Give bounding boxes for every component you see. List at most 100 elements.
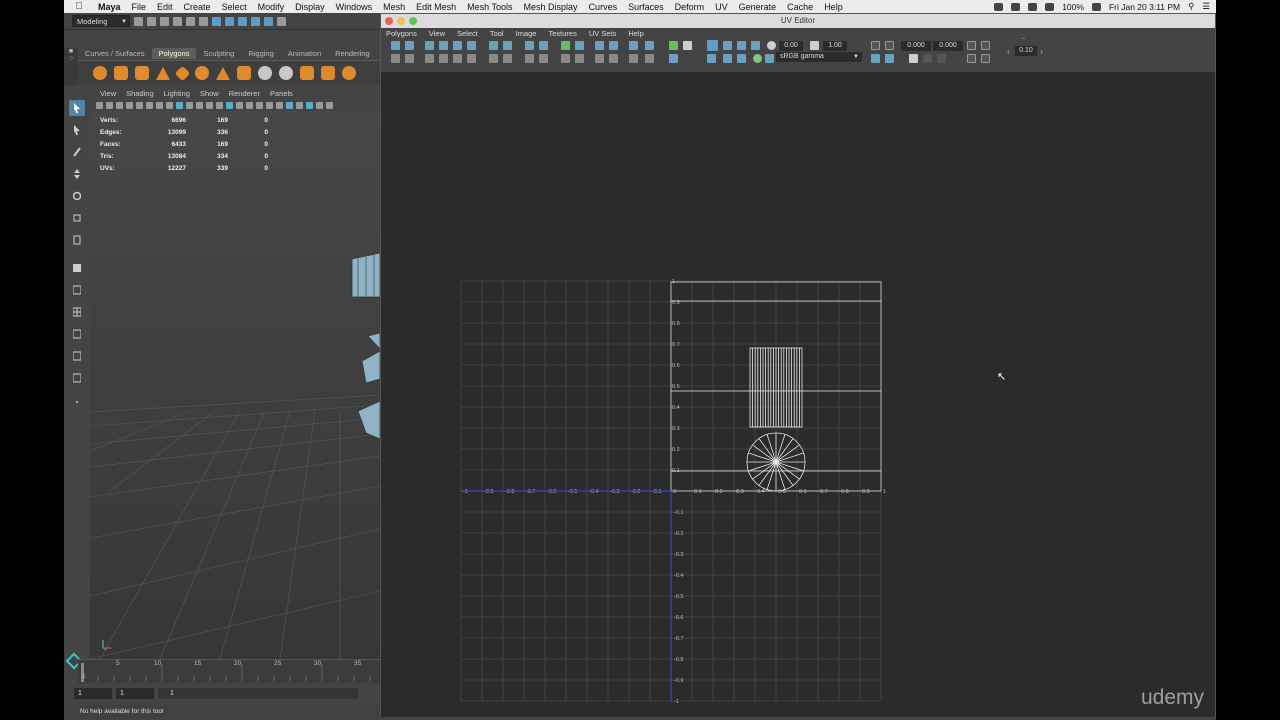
- poly-sphere-icon[interactable]: [93, 66, 107, 80]
- unfold-icon[interactable]: [489, 41, 498, 50]
- combine-icon[interactable]: [258, 66, 272, 80]
- gamma-reset-icon[interactable]: [810, 41, 819, 50]
- bevel-icon[interactable]: [321, 66, 335, 80]
- use-all-lights-icon[interactable]: [206, 101, 213, 109]
- snap-curve-icon[interactable]: [251, 16, 260, 26]
- uv-menu-select[interactable]: Select: [457, 28, 484, 39]
- menu-deform[interactable]: Deform: [671, 2, 712, 12]
- menu-mesh[interactable]: Mesh: [379, 2, 412, 12]
- snap-grid-icon[interactable]: [238, 16, 247, 26]
- menu-mesh-display[interactable]: Mesh Display: [520, 2, 585, 12]
- view-transform-icon[interactable]: [326, 101, 333, 109]
- color-space-dropdown[interactable]: sRGB gamma ▼: [776, 52, 862, 62]
- refresh-icon[interactable]: [981, 41, 990, 50]
- u-value-field[interactable]: 0.000: [901, 41, 931, 51]
- poly-cube-icon[interactable]: [114, 66, 128, 80]
- rotate-ccw-icon[interactable]: [425, 41, 434, 50]
- redo-icon[interactable]: [186, 16, 195, 26]
- gather-icon[interactable]: [629, 54, 638, 63]
- orient-icon[interactable]: [629, 41, 638, 50]
- menu-mesh-tools[interactable]: Mesh Tools: [463, 2, 519, 12]
- shaded-uv-icon[interactable]: [723, 41, 732, 50]
- rotate-90-icon[interactable]: [489, 54, 498, 63]
- v-value-field[interactable]: 0.000: [933, 41, 963, 51]
- camera-attributes-icon[interactable]: [106, 101, 113, 109]
- wireframe-icon[interactable]: [176, 101, 183, 109]
- uv-menu-textures[interactable]: Textures: [548, 28, 582, 39]
- optimize-icon[interactable]: [609, 54, 618, 63]
- copy-icon[interactable]: [909, 54, 918, 63]
- texture-borders-icon[interactable]: [871, 54, 880, 63]
- uv-menu-image[interactable]: Image: [516, 28, 543, 39]
- undo-icon[interactable]: [173, 16, 182, 26]
- shelf-side-menu[interactable]: ■ ○: [64, 48, 78, 85]
- viewport-menu-lighting[interactable]: Lighting: [159, 88, 195, 99]
- depth-of-field-icon[interactable]: [256, 101, 263, 109]
- exposure-icon[interactable]: [306, 101, 313, 109]
- uv-menu-view[interactable]: View: [429, 28, 451, 39]
- scale-tool-icon[interactable]: [69, 210, 85, 226]
- close-icon[interactable]: [385, 17, 393, 25]
- film-gate-icon[interactable]: [146, 101, 153, 109]
- step-field[interactable]: 0.10: [1015, 46, 1037, 56]
- pin-icon[interactable]: [539, 54, 548, 63]
- lasso-tool-icon[interactable]: [69, 122, 85, 138]
- sew-uv-icon[interactable]: [467, 41, 476, 50]
- start-frame-field[interactable]: 1: [74, 687, 112, 699]
- cycle-icon[interactable]: [645, 54, 654, 63]
- symmetrize-icon[interactable]: [575, 54, 584, 63]
- smooth-icon[interactable]: [342, 66, 356, 80]
- shelf-tab-animation[interactable]: Animation: [281, 48, 328, 59]
- bookmark-icon[interactable]: [116, 101, 123, 109]
- dim-image-icon[interactable]: [723, 54, 732, 63]
- viewport-menu-show[interactable]: Show: [195, 88, 224, 99]
- select-hierarchy-icon[interactable]: [199, 16, 208, 26]
- step-decrease-icon[interactable]: ‹: [1007, 46, 1010, 56]
- open-scene-icon[interactable]: [147, 16, 156, 26]
- apple-icon[interactable]: : [64, 1, 94, 12]
- grid-uvs-icon[interactable]: [561, 41, 570, 50]
- clock[interactable]: Fri Jan 20 3:11 PM: [1109, 2, 1180, 12]
- filter-icon[interactable]: [737, 54, 746, 63]
- isolate-icon[interactable]: [669, 54, 678, 63]
- texture-tile-icon[interactable]: [669, 41, 678, 50]
- snap-plane-icon[interactable]: [277, 16, 286, 26]
- menu-surfaces[interactable]: Surfaces: [624, 2, 671, 12]
- image-display-icon[interactable]: [707, 54, 716, 63]
- menu-file[interactable]: File: [128, 2, 154, 12]
- grid-display-icon[interactable]: [707, 40, 718, 51]
- checker-icon[interactable]: [737, 41, 746, 50]
- info-icon[interactable]: [1011, 2, 1021, 11]
- poly-pyramid-icon[interactable]: [216, 66, 230, 80]
- viewport-menu-panels[interactable]: Panels: [265, 88, 298, 99]
- uv-menu-tool[interactable]: Tool: [490, 28, 510, 39]
- wifi-icon[interactable]: [1028, 2, 1038, 11]
- menu-create[interactable]: Create: [180, 2, 218, 12]
- zoom-icon[interactable]: [409, 17, 417, 25]
- rotate-neg90-icon[interactable]: [503, 54, 512, 63]
- single-perspective-layout-icon[interactable]: [69, 282, 85, 298]
- isolate-select-icon[interactable]: [266, 101, 273, 109]
- uv-editor-titlebar[interactable]: UV Editor: [381, 14, 1215, 28]
- menu-display[interactable]: Display: [291, 2, 332, 12]
- select-uv-icon[interactable]: [391, 54, 400, 63]
- menu-curves[interactable]: Curves: [585, 2, 625, 12]
- snap-uvs-icon[interactable]: [575, 41, 584, 50]
- unpin-uv-icon[interactable]: [981, 54, 990, 63]
- copy-uv-icon[interactable]: [871, 41, 880, 50]
- align-icon[interactable]: [525, 41, 534, 50]
- viewport-menu-renderer[interactable]: Renderer: [224, 88, 265, 99]
- move-uv-icon[interactable]: [425, 54, 434, 63]
- scale-uv-icon[interactable]: [453, 54, 462, 63]
- view-transform-icon[interactable]: [765, 54, 774, 63]
- unstack-icon[interactable]: [609, 41, 618, 50]
- paint-select-tool-icon[interactable]: [69, 144, 85, 160]
- relative-transform-icon[interactable]: [967, 41, 976, 50]
- snap-point-icon[interactable]: [264, 16, 273, 26]
- grid-icon[interactable]: [136, 101, 143, 109]
- menu-app-name[interactable]: Maya: [94, 2, 128, 12]
- new-scene-icon[interactable]: [134, 16, 143, 26]
- menu-windows[interactable]: Windows: [332, 2, 380, 12]
- stack-icon[interactable]: [595, 41, 604, 50]
- shelf-tab-sculpting[interactable]: Sculpting: [196, 48, 241, 59]
